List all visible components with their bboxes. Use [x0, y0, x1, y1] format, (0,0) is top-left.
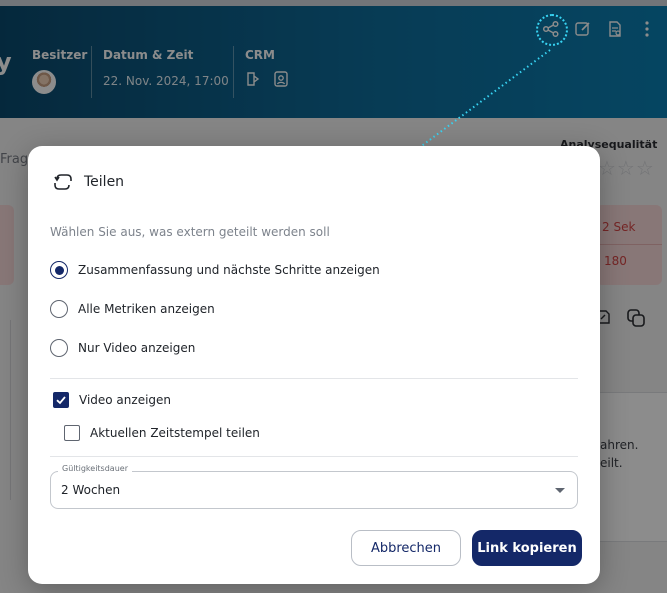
share-timestamp-label: Aktuellen Zeitstempel teilen — [90, 426, 260, 440]
chevron-down-icon — [555, 488, 565, 493]
show-video-checkbox[interactable] — [53, 392, 69, 408]
validity-select[interactable]: 2 Wochen — [50, 471, 578, 509]
validity-value: 2 Wochen — [61, 483, 121, 497]
radio-button[interactable] — [50, 261, 68, 279]
share-highlight-ring — [536, 14, 568, 46]
share-loop-icon — [54, 174, 72, 190]
share-timestamp-option[interactable]: Aktuellen Zeitstempel teilen — [64, 425, 260, 441]
option-label: Nur Video anzeigen — [78, 341, 196, 355]
option-label: Zusammenfassung und nächste Schritte anz… — [78, 263, 380, 277]
dialog-subtitle: Wählen Sie aus, was extern geteilt werde… — [50, 225, 330, 239]
validity-label: Gültigkeitsdauer — [58, 464, 132, 473]
option-video-only[interactable]: Nur Video anzeigen — [50, 339, 195, 357]
cancel-button[interactable]: Abbrechen — [351, 530, 461, 566]
checkmark-icon — [56, 396, 66, 405]
option-all-metrics[interactable]: Alle Metriken anzeigen — [50, 300, 215, 318]
radio-button[interactable] — [50, 339, 68, 357]
share-dialog: Teilen Wählen Sie aus, was extern geteil… — [28, 146, 600, 584]
copy-link-button[interactable]: Link kopieren — [472, 530, 582, 566]
option-label: Alle Metriken anzeigen — [78, 302, 215, 316]
section-divider — [50, 378, 578, 379]
radio-button[interactable] — [50, 300, 68, 318]
show-video-option[interactable]: Video anzeigen — [53, 392, 171, 408]
section-divider — [50, 456, 578, 457]
option-summary[interactable]: Zusammenfassung und nächste Schritte anz… — [50, 261, 380, 279]
dialog-header: Teilen — [52, 172, 124, 192]
show-video-label: Video anzeigen — [79, 393, 172, 407]
dialog-title: Teilen — [84, 174, 125, 190]
share-timestamp-checkbox[interactable] — [64, 425, 80, 441]
